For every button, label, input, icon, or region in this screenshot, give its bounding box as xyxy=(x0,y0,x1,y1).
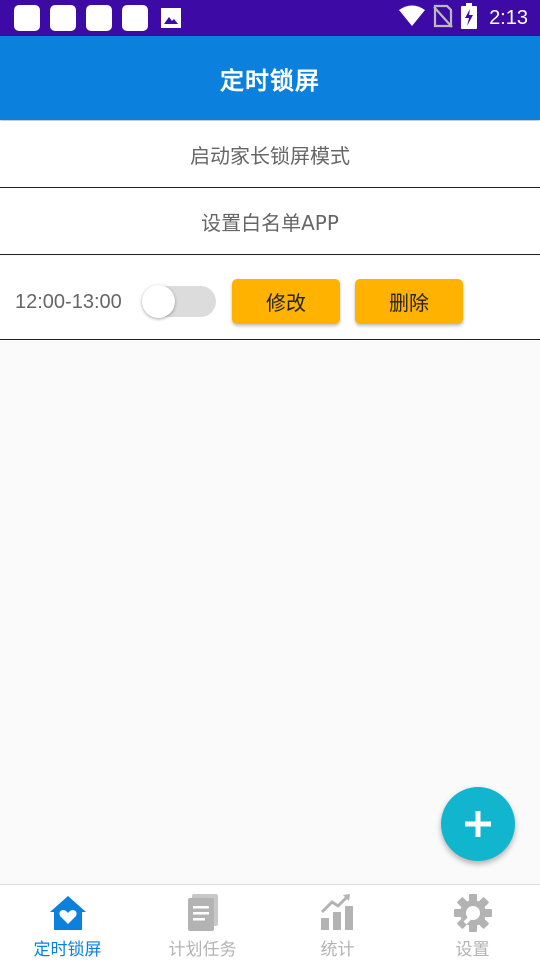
nav-label: 计划任务 xyxy=(168,940,237,960)
nav-label: 设置 xyxy=(455,940,490,960)
nav-item-timed-lock[interactable]: 定时锁屏 xyxy=(0,885,135,961)
gear-icon xyxy=(453,893,493,933)
wifi-icon xyxy=(399,5,426,31)
home-heart-icon xyxy=(48,893,88,933)
status-bar: 2:13 xyxy=(0,0,540,36)
no-sim-icon xyxy=(433,4,453,32)
notification-icons xyxy=(14,5,184,31)
app-bar: 定时锁屏 xyxy=(0,36,540,120)
bar-chart-icon xyxy=(318,893,358,933)
edit-button[interactable]: 修改 xyxy=(232,279,340,324)
status-time: 2:13 xyxy=(489,6,528,29)
nav-item-statistics[interactable]: 统计 xyxy=(270,885,405,961)
nav-item-settings[interactable]: 设置 xyxy=(405,885,540,961)
delete-button[interactable]: 删除 xyxy=(355,279,463,324)
bottom-nav: 定时锁屏 计划任务 统计 设置 xyxy=(0,884,540,961)
notification-square-icon xyxy=(122,5,148,31)
notification-square-icon xyxy=(50,5,76,31)
plus-icon xyxy=(465,811,491,837)
add-schedule-button[interactable] xyxy=(441,787,515,861)
notification-square-icon xyxy=(86,5,112,31)
page-title: 定时锁屏 xyxy=(220,66,320,95)
nav-item-plan-tasks[interactable]: 计划任务 xyxy=(135,885,270,961)
schedule-toggle[interactable] xyxy=(142,285,216,318)
document-icon xyxy=(183,893,223,933)
nav-label: 定时锁屏 xyxy=(33,940,102,960)
set-whitelist-label: 设置白名单APP xyxy=(201,210,339,235)
schedule-row: 12:00-13:00 修改 删除 xyxy=(0,256,540,340)
nav-label: 统计 xyxy=(320,940,355,960)
start-parent-lock-label: 启动家长锁屏模式 xyxy=(190,143,350,168)
start-parent-lock-row[interactable]: 启动家长锁屏模式 xyxy=(0,121,540,188)
battery-charging-icon xyxy=(461,3,478,33)
toggle-knob xyxy=(142,285,175,318)
image-icon xyxy=(158,5,184,31)
schedule-time: 12:00-13:00 xyxy=(15,291,122,313)
set-whitelist-row[interactable]: 设置白名单APP xyxy=(0,188,540,255)
notification-square-icon xyxy=(14,5,40,31)
